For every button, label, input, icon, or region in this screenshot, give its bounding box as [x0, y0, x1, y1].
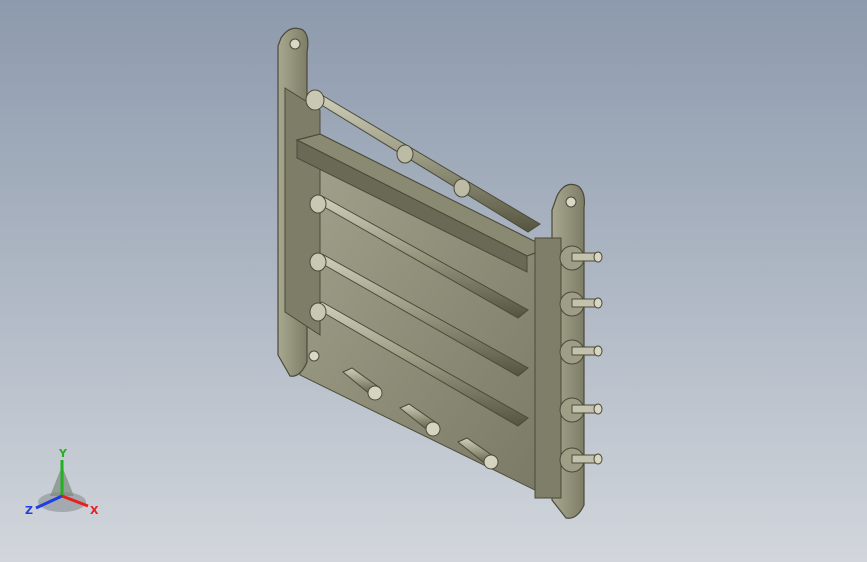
chain-link-2	[559, 291, 603, 317]
3d-viewport[interactable]: Y X Z	[0, 0, 867, 562]
chain-link-4	[559, 397, 603, 423]
chain-link-1	[559, 245, 603, 271]
chain-conveyor-model[interactable]	[0, 0, 867, 562]
chain-link-3	[559, 339, 603, 365]
y-axis-label: Y	[58, 447, 68, 460]
z-axis-label: Z	[25, 504, 33, 517]
x-axis-label: X	[90, 504, 99, 517]
coordinate-triad[interactable]: Y X Z	[22, 444, 112, 528]
chain-link-5	[559, 447, 603, 473]
